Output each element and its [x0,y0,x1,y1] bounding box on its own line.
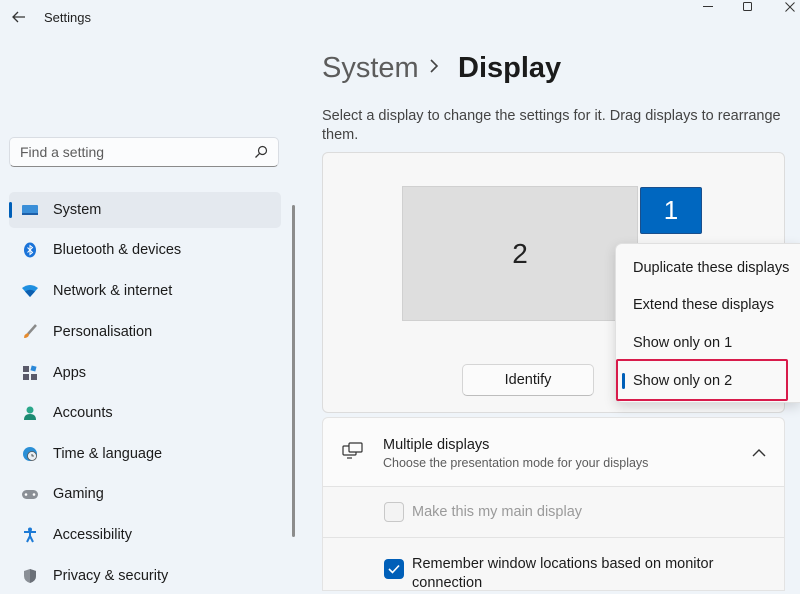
apps-icon [21,364,39,382]
sidebar-item-label: Bluetooth & devices [53,242,182,258]
sidebar-item-label: Personalisation [53,324,153,340]
search-icon[interactable] [254,145,268,164]
menu-item-duplicate[interactable]: Duplicate these displays [633,260,789,276]
search-box[interactable] [9,137,279,167]
back-arrow-icon [12,11,25,23]
sidebar-item-apps[interactable]: Apps [9,355,281,391]
sidebar-item-label: System [53,202,102,218]
chevron-up-icon[interactable] [752,445,766,463]
identify-button[interactable]: Identify [462,364,594,396]
multiple-displays-subtitle: Choose the presentation mode for your di… [383,456,649,470]
sidebar-item-label: Accessibility [53,527,132,543]
sidebar-item-label: Apps [53,365,87,381]
multiple-displays-title: Multiple displays [383,437,490,453]
globe-clock-icon [21,445,39,463]
remember-locations-label: Remember window locations based on monit… [412,556,714,591]
system-icon [21,201,39,219]
menu-item-show-only-2[interactable]: Show only on 2 [633,373,732,389]
sidebar-item-accessibility[interactable]: Accessibility [9,517,281,553]
wifi-icon [21,282,39,300]
main-display-label: Make this my main display [412,504,583,520]
bluetooth-icon [21,241,39,259]
app-title: Settings [44,10,91,25]
page-description: Select a display to change the settings … [322,108,781,143]
sidebar-item-label: Accounts [53,405,113,421]
sidebar-item-gaming[interactable]: Gaming [9,476,281,512]
gamepad-icon [21,485,39,503]
remember-locations-checkbox[interactable] [384,559,404,579]
main-display-row: Make this my main display [322,487,785,538]
selection-indicator [9,202,12,218]
selection-indicator [622,373,625,389]
main-display-checkbox[interactable] [384,502,404,522]
minimize-icon [703,6,713,7]
minimize-button[interactable] [686,0,730,14]
search-input[interactable] [20,143,240,161]
remember-locations-row: Remember window locations based on monit… [322,538,785,591]
shield-icon [21,567,39,585]
sidebar-item-label: Network & internet [53,283,173,299]
maximize-icon [743,2,752,11]
brush-icon [21,323,39,341]
page-title: Display [458,52,562,84]
menu-item-extend[interactable]: Extend these displays [633,297,774,313]
sidebar-item-time-language[interactable]: Time & language [9,436,281,472]
close-icon [785,2,795,12]
sidebar-item-network[interactable]: Network & internet [9,273,281,309]
sidebar-item-privacy[interactable]: Privacy & security [9,558,281,594]
sidebar-item-label: Gaming [53,486,104,502]
multiple-displays-icon [342,442,364,465]
sidebar-item-label: Privacy & security [53,568,169,584]
menu-item-show-only-1[interactable]: Show only on 1 [633,335,732,351]
sidebar-item-bluetooth[interactable]: Bluetooth & devices [9,232,281,268]
sidebar-item-accounts[interactable]: Accounts [9,395,281,431]
sidebar-item-label: Time & language [53,446,163,462]
display-1-tile[interactable]: 1 [640,187,702,234]
checkmark-icon [388,564,400,574]
maximize-button[interactable] [726,0,770,14]
sidebar-item-system[interactable]: System [9,192,281,228]
accessibility-icon [21,526,39,544]
sidebar-item-personalisation[interactable]: Personalisation [9,314,281,350]
display-2-tile[interactable]: 2 [402,186,638,321]
close-button[interactable] [768,0,800,14]
chevron-right-icon [428,58,440,79]
person-icon [21,404,39,422]
back-button[interactable] [8,6,30,28]
sidebar-scrollbar[interactable] [292,205,295,537]
breadcrumb-parent[interactable]: System [322,52,419,85]
